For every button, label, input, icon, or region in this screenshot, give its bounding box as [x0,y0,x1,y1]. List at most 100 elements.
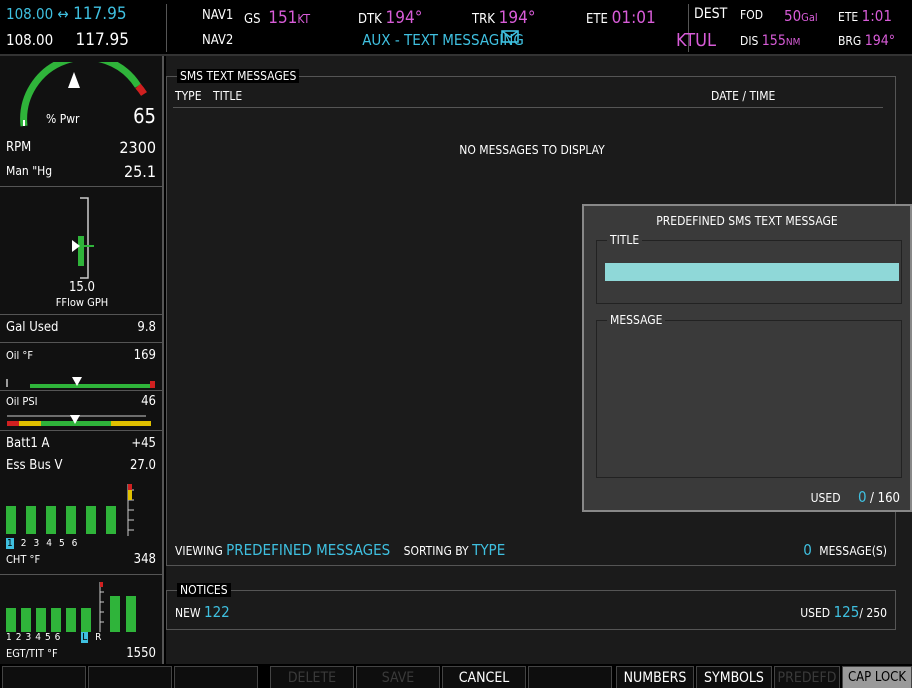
save-softkey[interactable]: SAVE [356,666,440,688]
man-label: Man "Hg [6,164,53,178]
softkey-2[interactable] [88,666,172,688]
oil-temp-row: Oil °F 169 [6,348,156,366]
delete-softkey[interactable]: DELETE [270,666,354,688]
com2-frequencies[interactable]: 108.00 117.95 [6,30,129,50]
brg-value: 194° [864,33,896,49]
rpm-label: RPM [6,140,32,155]
engine-indication-strip: % Pwr 65 RPM 2300 Man "Hg 25.1 15.0 FFlo… [0,53,164,664]
fuel-value: 50 [784,7,802,25]
softkey-7[interactable] [528,666,612,688]
egt-right-marker: R [95,632,106,643]
numbers-softkey[interactable]: NUMBERS [616,666,694,688]
ete2-label: ETE [838,10,859,24]
popup-used-total: / 160 [870,491,900,506]
cht-bar-graph [4,480,154,538]
message-count-label: MESSAGE(S) [819,544,887,558]
egt-label: EGT/TIT °F [6,647,58,660]
oil-psi-value: 46 [141,394,156,409]
brg-label: BRG [838,34,862,48]
gs-unit: KT [297,12,311,26]
swap-arrow-icon: ↔ [57,5,69,23]
manifold-row: Man "Hg 25.1 [6,162,156,182]
cht-cyl-2: 2 [20,538,34,549]
com1-frequencies[interactable]: 108.00 ↔ 117.95 [6,4,127,24]
egt-cyl-2: 2 [15,632,26,643]
ete-field: ETE 01:01 [586,8,656,28]
viewing-status: VIEWING PREDEFINED MESSAGES SORTING BY T… [175,541,505,559]
cht-cylinder-labels: 1 23456 [6,538,84,549]
envelope-icon[interactable] [500,28,522,44]
gal-used-row: Gal Used 9.8 [6,320,156,338]
fflow-value: 15.0 [68,280,96,295]
dest-field: DEST [694,6,727,22]
dis-label: DIS [740,34,759,48]
trk-field: TRK 194° [472,8,536,28]
notices-panel-title: NOTICES [177,583,231,597]
col-datetime-header: DATE / TIME [711,89,776,103]
oil-psi-label: Oil PSI [6,395,38,408]
top-status-bar: 108.00 ↔ 117.95 108.00 117.95 NAV1 NAV2 … [0,0,912,56]
popup-title-input[interactable] [605,263,899,281]
popup-used-counter: USED 0 / 160 [811,488,900,506]
dis-field: DIS 155NM [740,33,800,49]
cht-label: CHT °F [6,553,41,566]
predefd-softkey[interactable]: PREDEFD [774,666,840,688]
viewing-value: PREDEFINED MESSAGES [226,541,391,559]
notices-used: USED 125/ 250 [800,603,887,621]
egt-value: 1550 [126,646,156,661]
softkey-3[interactable] [174,666,258,688]
ete2-field: ETE 1:01 [838,7,892,25]
nav1-label: NAV1 [202,8,234,23]
ete2-value: 1:01 [861,7,892,25]
cht-cyl-6: 6 [71,538,85,549]
nav2-label: NAV2 [202,33,234,48]
gs-field: GS 151KT [244,8,310,28]
message-count: 0 MESSAGE(S) [803,541,887,559]
popup-title: PREDEFINED SMS TEXT MESSAGE [656,214,838,228]
message-count-value: 0 [803,541,812,559]
bus-label: Ess Bus V [6,458,63,473]
popup-title-label: TITLE [607,233,643,247]
egt-row: EGT/TIT °F 1550 [6,646,156,662]
cht-cyl-4: 4 [46,538,59,549]
bus-row: Ess Bus V 27.0 [6,458,156,476]
egt-cyl-4: 4 [35,632,45,643]
notices-used-value: 125 [833,603,860,621]
rpm-value: 2300 [119,138,156,157]
symbols-softkey[interactable]: SYMBOLS [696,666,772,688]
oil-psi-bar [6,412,156,426]
dtk-label: DTK [358,12,382,27]
dis-unit: NM [785,37,801,48]
oil-temp-label: Oil °F [6,349,34,362]
com2-active: 108.00 [6,31,54,49]
dest-label: DEST [694,6,728,22]
waypoint-id: KTUL [676,30,716,51]
battery-row: Batt1 A +45 [6,436,156,454]
dtk-field: DTK 194° [358,8,422,28]
brg-field: BRG 194° [838,33,895,49]
notices-used-label: USED [800,606,831,620]
sorting-label: SORTING BY [403,544,469,558]
man-value: 25.1 [123,162,156,181]
ete-value: 01:01 [611,8,656,28]
viewing-label: VIEWING [175,544,223,558]
fuel-flow-gauge [60,196,100,280]
trk-value: 194° [498,8,536,28]
pwr-label: % Pwr [46,112,80,126]
softkey-1[interactable] [2,666,86,688]
text-messaging-page: SMS TEXT MESSAGES TYPE TITLE DATE / TIME… [166,56,912,664]
notices-panel: NOTICES NEW 122 USED 125/ 250 [166,583,896,630]
cancel-softkey[interactable]: CANCEL [442,666,526,688]
trk-label: TRK [472,12,495,27]
egt-cyl-6: 6 [54,632,65,643]
dtk-value: 194° [385,8,423,28]
fuel-field: 50Gal [784,6,818,25]
batt-label: Batt1 A [6,436,50,451]
cap-lock-softkey[interactable]: CAP LOCK [842,666,912,688]
sms-panel-title: SMS TEXT MESSAGES [177,69,300,83]
col-title-header: TITLE [213,89,243,103]
popup-message-input[interactable] [603,331,893,471]
cht-cyl-3: 3 [33,538,47,549]
pwr-row: % Pwr 65 [6,104,156,128]
col-type-header: TYPE [175,89,202,103]
